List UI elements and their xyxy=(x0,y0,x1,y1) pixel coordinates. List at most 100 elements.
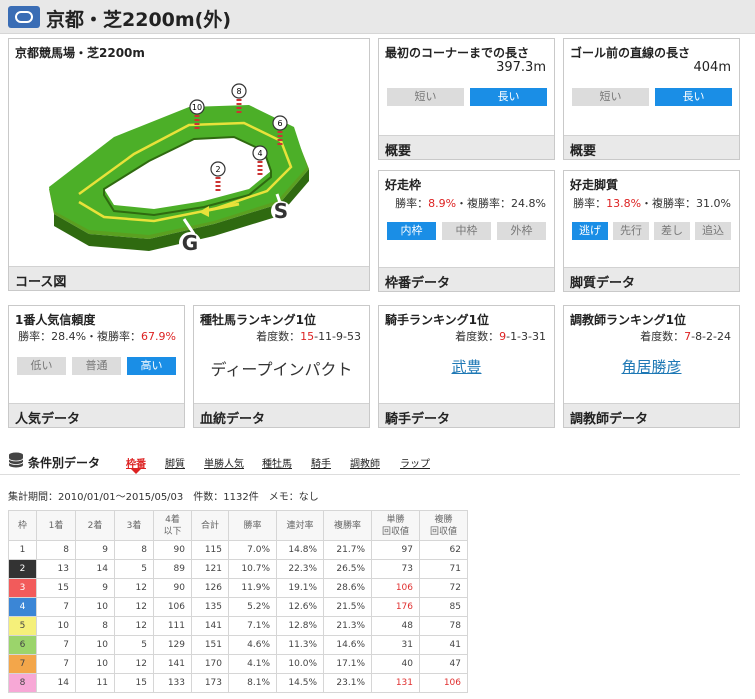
course-footer[interactable]: コース図 xyxy=(9,266,369,290)
table-cell: 5 xyxy=(114,559,154,579)
nige-button[interactable]: 逃げ xyxy=(572,222,608,240)
svg-text:S: S xyxy=(274,199,288,223)
inner-gate-button[interactable]: 内枠 xyxy=(387,222,436,240)
table-cell: 126 xyxy=(191,578,229,598)
table-cell: 10 xyxy=(75,597,115,617)
table-cell: 9 xyxy=(75,540,115,560)
table-cell: 14 xyxy=(75,559,115,579)
tab-style[interactable]: 脚質 xyxy=(165,455,185,470)
col-header: 単勝 回収値 xyxy=(371,510,420,541)
table-cell: 13 xyxy=(36,559,76,579)
favorite-heading: 1番人気信頼度 xyxy=(15,313,96,327)
trainer-data-footer[interactable]: 調教師データ xyxy=(564,403,739,427)
table-cell: 7 xyxy=(36,654,76,674)
table-row: 3 15 9 12 90 126 11.9% 19.1% 28.6% 106 72 xyxy=(8,578,468,598)
high-button[interactable]: 高い xyxy=(127,357,176,375)
style-data-footer[interactable]: 脚質データ xyxy=(564,267,739,291)
normal-button[interactable]: 普通 xyxy=(72,357,121,375)
marker-label: 6 xyxy=(277,119,282,128)
tab-popularity[interactable]: 単勝人気 xyxy=(204,455,244,470)
table-cell: 48 xyxy=(371,616,420,636)
table-cell: 12.6% xyxy=(276,597,324,617)
table-cell: 7.0% xyxy=(228,540,277,560)
low-button[interactable]: 低い xyxy=(17,357,66,375)
tab-lap[interactable]: ラップ xyxy=(400,455,430,470)
jockey-card: 騎手ランキング1位 着度数：9-1-3-31 武豊 騎手データ xyxy=(378,305,555,428)
first-corner-heading: 最初のコーナーまでの長さ xyxy=(385,46,530,60)
col-header: 連対率 xyxy=(276,510,324,541)
gate-data-footer[interactable]: 枠番データ xyxy=(379,267,554,291)
table-cell: 10.0% xyxy=(276,654,324,674)
table-cell: 129 xyxy=(153,635,192,655)
first-corner-value: 397.3m xyxy=(496,60,546,75)
table-row: 4 7 10 12 106 135 5.2% 12.6% 21.5% 176 85 xyxy=(8,597,468,617)
table-cell: 173 xyxy=(191,673,229,693)
tab-gate[interactable]: 枠番 xyxy=(126,455,146,470)
tab-trainer[interactable]: 調教師 xyxy=(350,455,380,470)
table-cell: 121 xyxy=(191,559,229,579)
col-header: 枠 xyxy=(8,510,37,541)
long-button[interactable]: 長い xyxy=(470,88,547,106)
table-cell: 11 xyxy=(75,673,115,693)
col-header: 合計 xyxy=(191,510,229,541)
table-cell: 19.1% xyxy=(276,578,324,598)
tabs-divider xyxy=(0,474,740,475)
table-cell: 10 xyxy=(75,635,115,655)
table-cell: 9 xyxy=(75,578,115,598)
table-cell: 111 xyxy=(153,616,192,636)
tab-sire[interactable]: 種牡馬 xyxy=(262,455,292,470)
overview-footer[interactable]: 概要 xyxy=(379,135,554,159)
marker-label: 10 xyxy=(192,103,202,112)
table-cell: 10.7% xyxy=(228,559,277,579)
good-gate-card: 好走枠 勝率：8.9%・複勝率：24.8% 内枠 中枠 外枠 枠番データ xyxy=(378,170,555,292)
good-style-stats: 勝率：13.8%・複勝率：31.0% xyxy=(573,197,731,210)
short-button[interactable]: 短い xyxy=(387,88,464,106)
long-button[interactable]: 長い xyxy=(655,88,732,106)
outer-gate-button[interactable]: 外枠 xyxy=(497,222,546,240)
jockey-record: 着度数：9-1-3-31 xyxy=(455,330,546,343)
table-cell: 41 xyxy=(419,635,468,655)
table-cell: 47 xyxy=(419,654,468,674)
sire-card: 種牡馬ランキング1位 着度数：15-11-9-53 ディープインパクト 血統デー… xyxy=(193,305,370,428)
good-gate-heading: 好走枠 xyxy=(385,178,422,192)
overview-footer[interactable]: 概要 xyxy=(564,135,739,159)
table-cell: 90 xyxy=(153,540,192,560)
table-cell: 23.1% xyxy=(323,673,372,693)
start-marker: S xyxy=(271,199,291,223)
goal-marker: G xyxy=(179,231,201,255)
table-cell: 115 xyxy=(191,540,229,560)
table-cell: 106 xyxy=(419,673,468,693)
table-cell: 11.3% xyxy=(276,635,324,655)
middle-gate-button[interactable]: 中枠 xyxy=(442,222,491,240)
popularity-data-footer[interactable]: 人気データ xyxy=(9,403,184,427)
table-header-row: 枠 1着 2着 3着 4着 以下 合計 勝率 連対率 複勝率 単勝 回収値 複勝… xyxy=(8,510,468,541)
table-cell: 90 xyxy=(153,578,192,598)
favorite-card: 1番人気信頼度 勝率：28.4%・複勝率：67.9% 低い 普通 高い 人気デー… xyxy=(8,305,185,428)
table-cell: 73 xyxy=(371,559,420,579)
good-style-card: 好走脚質 勝率：13.8%・複勝率：31.0% 逃げ 先行 差し 追込 脚質デー… xyxy=(563,170,740,292)
marker-label: 2 xyxy=(215,165,220,174)
table-cell: 22.3% xyxy=(276,559,324,579)
tab-jockey[interactable]: 騎手 xyxy=(311,455,331,470)
table-cell: 5.2% xyxy=(228,597,277,617)
trainer-name-link[interactable]: 角居勝彦 xyxy=(564,356,739,377)
oikomi-button[interactable]: 追込 xyxy=(695,222,731,240)
jockey-name-link[interactable]: 武豊 xyxy=(379,356,554,377)
col-header: 複勝率 xyxy=(323,510,372,541)
short-button[interactable]: 短い xyxy=(572,88,649,106)
database-icon xyxy=(8,452,24,468)
trainer-card: 調教師ランキング1位 着度数：7-8-2-24 角居勝彦 調教師データ xyxy=(563,305,740,428)
marker-label: 4 xyxy=(257,149,262,158)
pedigree-data-footer[interactable]: 血統データ xyxy=(194,403,369,427)
good-style-heading: 好走脚質 xyxy=(570,178,619,192)
table-cell: 5 xyxy=(114,635,154,655)
table-cell: 8.1% xyxy=(228,673,277,693)
jockey-data-footer[interactable]: 騎手データ xyxy=(379,403,554,427)
sashi-button[interactable]: 差し xyxy=(654,222,690,240)
sire-record: 着度数：15-11-9-53 xyxy=(256,330,361,343)
final-straight-heading: ゴール前の直線の長さ xyxy=(570,46,691,60)
gate-number-cell: 1 xyxy=(8,540,37,560)
senkou-button[interactable]: 先行 xyxy=(613,222,649,240)
table-cell: 7 xyxy=(36,597,76,617)
sire-heading: 種牡馬ランキング1位 xyxy=(200,313,316,327)
